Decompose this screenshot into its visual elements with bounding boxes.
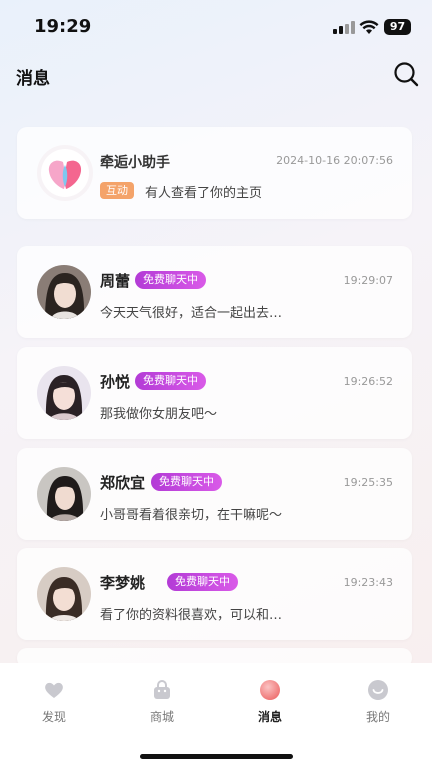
page-title: 消息 — [16, 69, 50, 89]
home-indicator — [140, 754, 293, 759]
avatar — [37, 265, 91, 319]
message-preview: 看了你的资料很喜欢，可以和… — [100, 608, 283, 623]
free-chat-badge: 免费聊天中 — [135, 372, 206, 390]
tab-profile[interactable]: 我的 — [351, 679, 405, 725]
message-preview: 那我做你女朋友吧～ — [100, 407, 218, 422]
message-time: 19:26:52 — [343, 375, 393, 388]
message-preview: 今天天气很好，适合一起出去… — [100, 306, 283, 321]
heart-icon — [45, 682, 63, 698]
free-chat-badge: 免费聊天中 — [167, 573, 238, 591]
avatar — [37, 467, 91, 521]
cellular-signal-icon — [333, 21, 355, 34]
battery-indicator: 97 — [384, 19, 411, 35]
profile-icon — [368, 680, 388, 700]
contact-name: 孙悦 — [100, 373, 131, 391]
avatar — [37, 366, 91, 420]
contact-name: 周蕾 — [100, 272, 131, 290]
assistant-avatar — [41, 149, 89, 197]
contact-name: 郑欣宜 — [100, 474, 146, 492]
message-preview: 小哥哥看着很亲切，在干嘛呢～ — [100, 508, 283, 523]
assistant-name: 牵逅小助手 — [100, 155, 170, 171]
chat-item[interactable]: 孙悦 免费聊天中 19:26:52 那我做你女朋友吧～ — [17, 347, 412, 439]
assistant-timestamp: 2024-10-16 20:07:56 — [276, 154, 393, 167]
status-time: 19:29 — [34, 16, 92, 37]
status-bar: 19:29 97 — [0, 0, 432, 52]
chat-item[interactable]: 郑欣宜 免费聊天中 19:25:35 小哥哥看着很亲切，在干嘛呢～ — [17, 448, 412, 540]
chat-item[interactable]: 周蕾 免费聊天中 19:29:07 今天天气很好，适合一起出去… — [17, 246, 412, 338]
free-chat-badge: 免费聊天中 — [151, 473, 222, 491]
header: 消息 — [0, 52, 432, 98]
assistant-logo-icon — [48, 160, 82, 189]
interaction-tag: 互动 — [100, 182, 134, 199]
tab-label: 商城 — [149, 710, 174, 724]
tab-label: 发现 — [41, 710, 66, 724]
message-time: 19:29:07 — [343, 274, 393, 287]
avatar — [37, 567, 91, 621]
shopping-bag-icon — [154, 680, 170, 699]
tab-label: 我的 — [365, 710, 390, 724]
assistant-preview: 有人查看了你的主页 — [145, 186, 263, 201]
free-chat-badge: 免费聊天中 — [135, 271, 206, 289]
message-icon — [260, 680, 280, 700]
tab-messages[interactable]: 消息 — [243, 679, 297, 725]
contact-name: 李梦姚 — [100, 574, 146, 592]
tab-bar: 发现 商城 消息 我的 — [0, 663, 432, 768]
chat-item[interactable]: 李梦姚 免费聊天中 19:23:43 看了你的资料很喜欢，可以和… — [17, 548, 412, 640]
tab-shop[interactable]: 商城 — [135, 679, 189, 725]
message-time: 19:23:43 — [343, 576, 393, 589]
wifi-icon — [359, 20, 379, 34]
search-icon[interactable] — [392, 60, 420, 88]
assistant-message-card[interactable]: 牵逅小助手 2024-10-16 20:07:56 互动 有人查看了你的主页 — [17, 127, 412, 219]
message-time: 19:25:35 — [343, 476, 393, 489]
tab-label: 消息 — [257, 710, 282, 724]
tab-discover[interactable]: 发现 — [27, 679, 81, 725]
